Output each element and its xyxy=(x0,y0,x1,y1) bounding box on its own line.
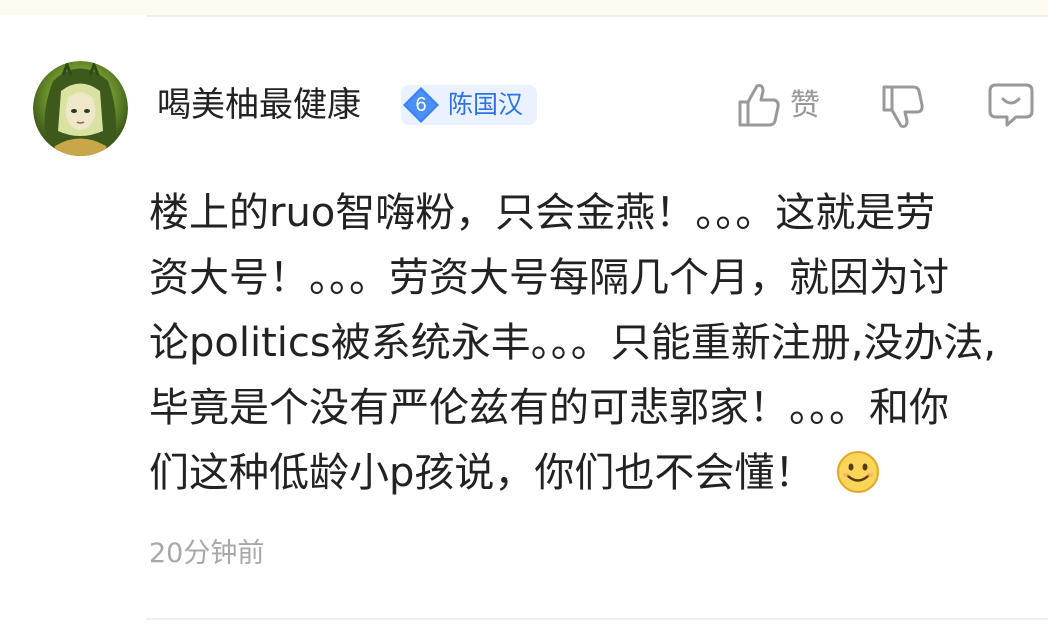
smile-emoji-icon xyxy=(837,451,880,493)
badge-level: 6 xyxy=(415,94,427,116)
comment-content: 楼上的ruo智嗨粉，只会金燕！。。。这就是劳 资大号！。。。劳资大号每隔几个月，… xyxy=(149,181,1039,506)
bottom-divider xyxy=(146,618,1048,620)
avatar-image xyxy=(33,61,128,156)
badge-name: 陈国汉 xyxy=(448,90,524,119)
comment-line-text: 们这种低龄小p孩说，你们也不会懂！ xyxy=(149,450,815,496)
comment-line-last: 们这种低龄小p孩说，你们也不会懂！ xyxy=(149,441,1039,506)
thumbs-down-icon[interactable] xyxy=(880,84,926,130)
comment-line: 毕竟是个没有严伦兹有的可悲郭家！。。。和你 xyxy=(149,385,949,431)
username[interactable]: 喝美柚最健康 xyxy=(157,83,361,127)
timestamp: 20分钟前 xyxy=(149,538,265,569)
comment-line: 论politics被系统永丰。。。只能重新注册,没办法, xyxy=(149,320,997,366)
thumbs-up-icon[interactable] xyxy=(737,82,781,128)
comment-line: 楼上的ruo智嗨粉，只会金燕！。。。这就是劳 xyxy=(149,190,936,236)
comment-bubble-icon[interactable] xyxy=(987,82,1035,128)
like-label[interactable]: 赞 xyxy=(790,86,820,126)
avatar[interactable] xyxy=(33,61,128,156)
top-divider xyxy=(146,15,1048,17)
top-strip xyxy=(0,0,1048,15)
comment-line: 资大号！。。。劳资大号每隔几个月，就因为讨 xyxy=(149,255,949,301)
